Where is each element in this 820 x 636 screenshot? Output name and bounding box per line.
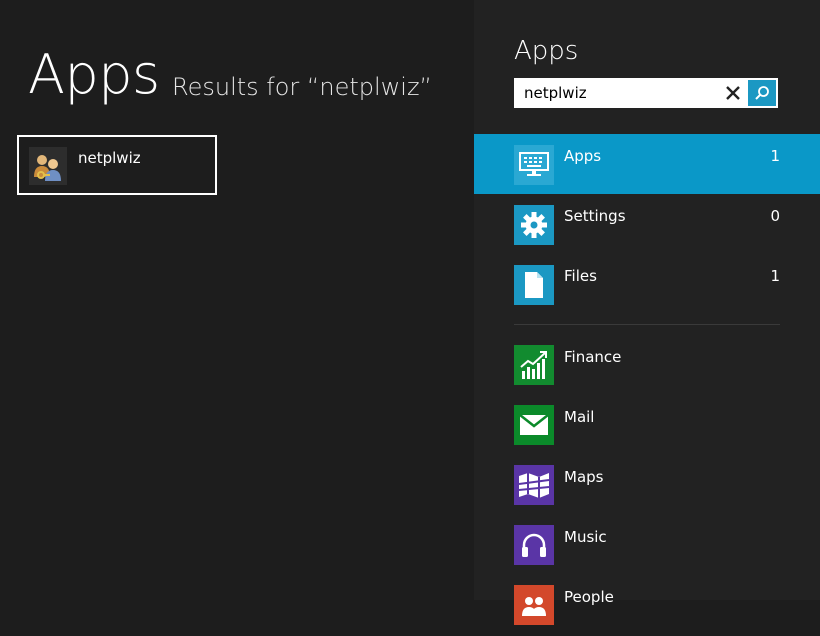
result-tile-netplwiz[interactable]: netplwiz (17, 135, 217, 195)
app-label: Finance (564, 348, 622, 366)
scope-count: 1 (770, 147, 780, 165)
app-label: People (564, 588, 614, 606)
file-icon (514, 265, 554, 305)
gear-icon (514, 205, 554, 245)
search-input[interactable] (514, 78, 714, 108)
app-label: Mail (564, 408, 595, 426)
scope-count: 1 (770, 267, 780, 285)
app-item-finance[interactable]: Finance (474, 336, 820, 396)
page-title: Apps (28, 43, 160, 106)
search-pane: Apps Ap (474, 0, 820, 625)
app-item-mail[interactable]: Mail (474, 396, 820, 456)
divider (514, 324, 780, 325)
scope-label: Apps (564, 147, 602, 165)
people-icon (514, 585, 554, 625)
app-item-music[interactable]: Music (474, 516, 820, 576)
scope-settings[interactable]: Settings 0 (474, 194, 820, 254)
scope-label: Settings (564, 207, 626, 225)
results-panel: Apps Results for “netplwiz” netplwiz (0, 0, 474, 600)
maps-icon (514, 465, 554, 505)
user-accounts-icon (29, 147, 67, 185)
search-box (514, 78, 778, 108)
app-item-maps[interactable]: Maps (474, 456, 820, 516)
scope-label: Files (564, 267, 597, 285)
app-label: Maps (564, 468, 604, 486)
search-button[interactable] (748, 80, 776, 106)
scope-apps[interactable]: Apps 1 (474, 134, 820, 194)
search-pane-title: Apps (514, 36, 579, 66)
clear-search-button[interactable] (719, 80, 747, 106)
keyboard-monitor-icon (514, 145, 554, 185)
result-label: netplwiz (78, 149, 141, 167)
scope-count: 0 (770, 207, 780, 225)
finance-chart-icon (514, 345, 554, 385)
close-icon (726, 86, 740, 100)
mail-icon (514, 405, 554, 445)
search-icon (755, 86, 769, 100)
results-caption: Results for “netplwiz” (172, 73, 432, 101)
scope-files[interactable]: Files 1 (474, 254, 820, 314)
headphones-icon (514, 525, 554, 565)
app-item-people[interactable]: People (474, 576, 820, 636)
app-label: Music (564, 528, 607, 546)
